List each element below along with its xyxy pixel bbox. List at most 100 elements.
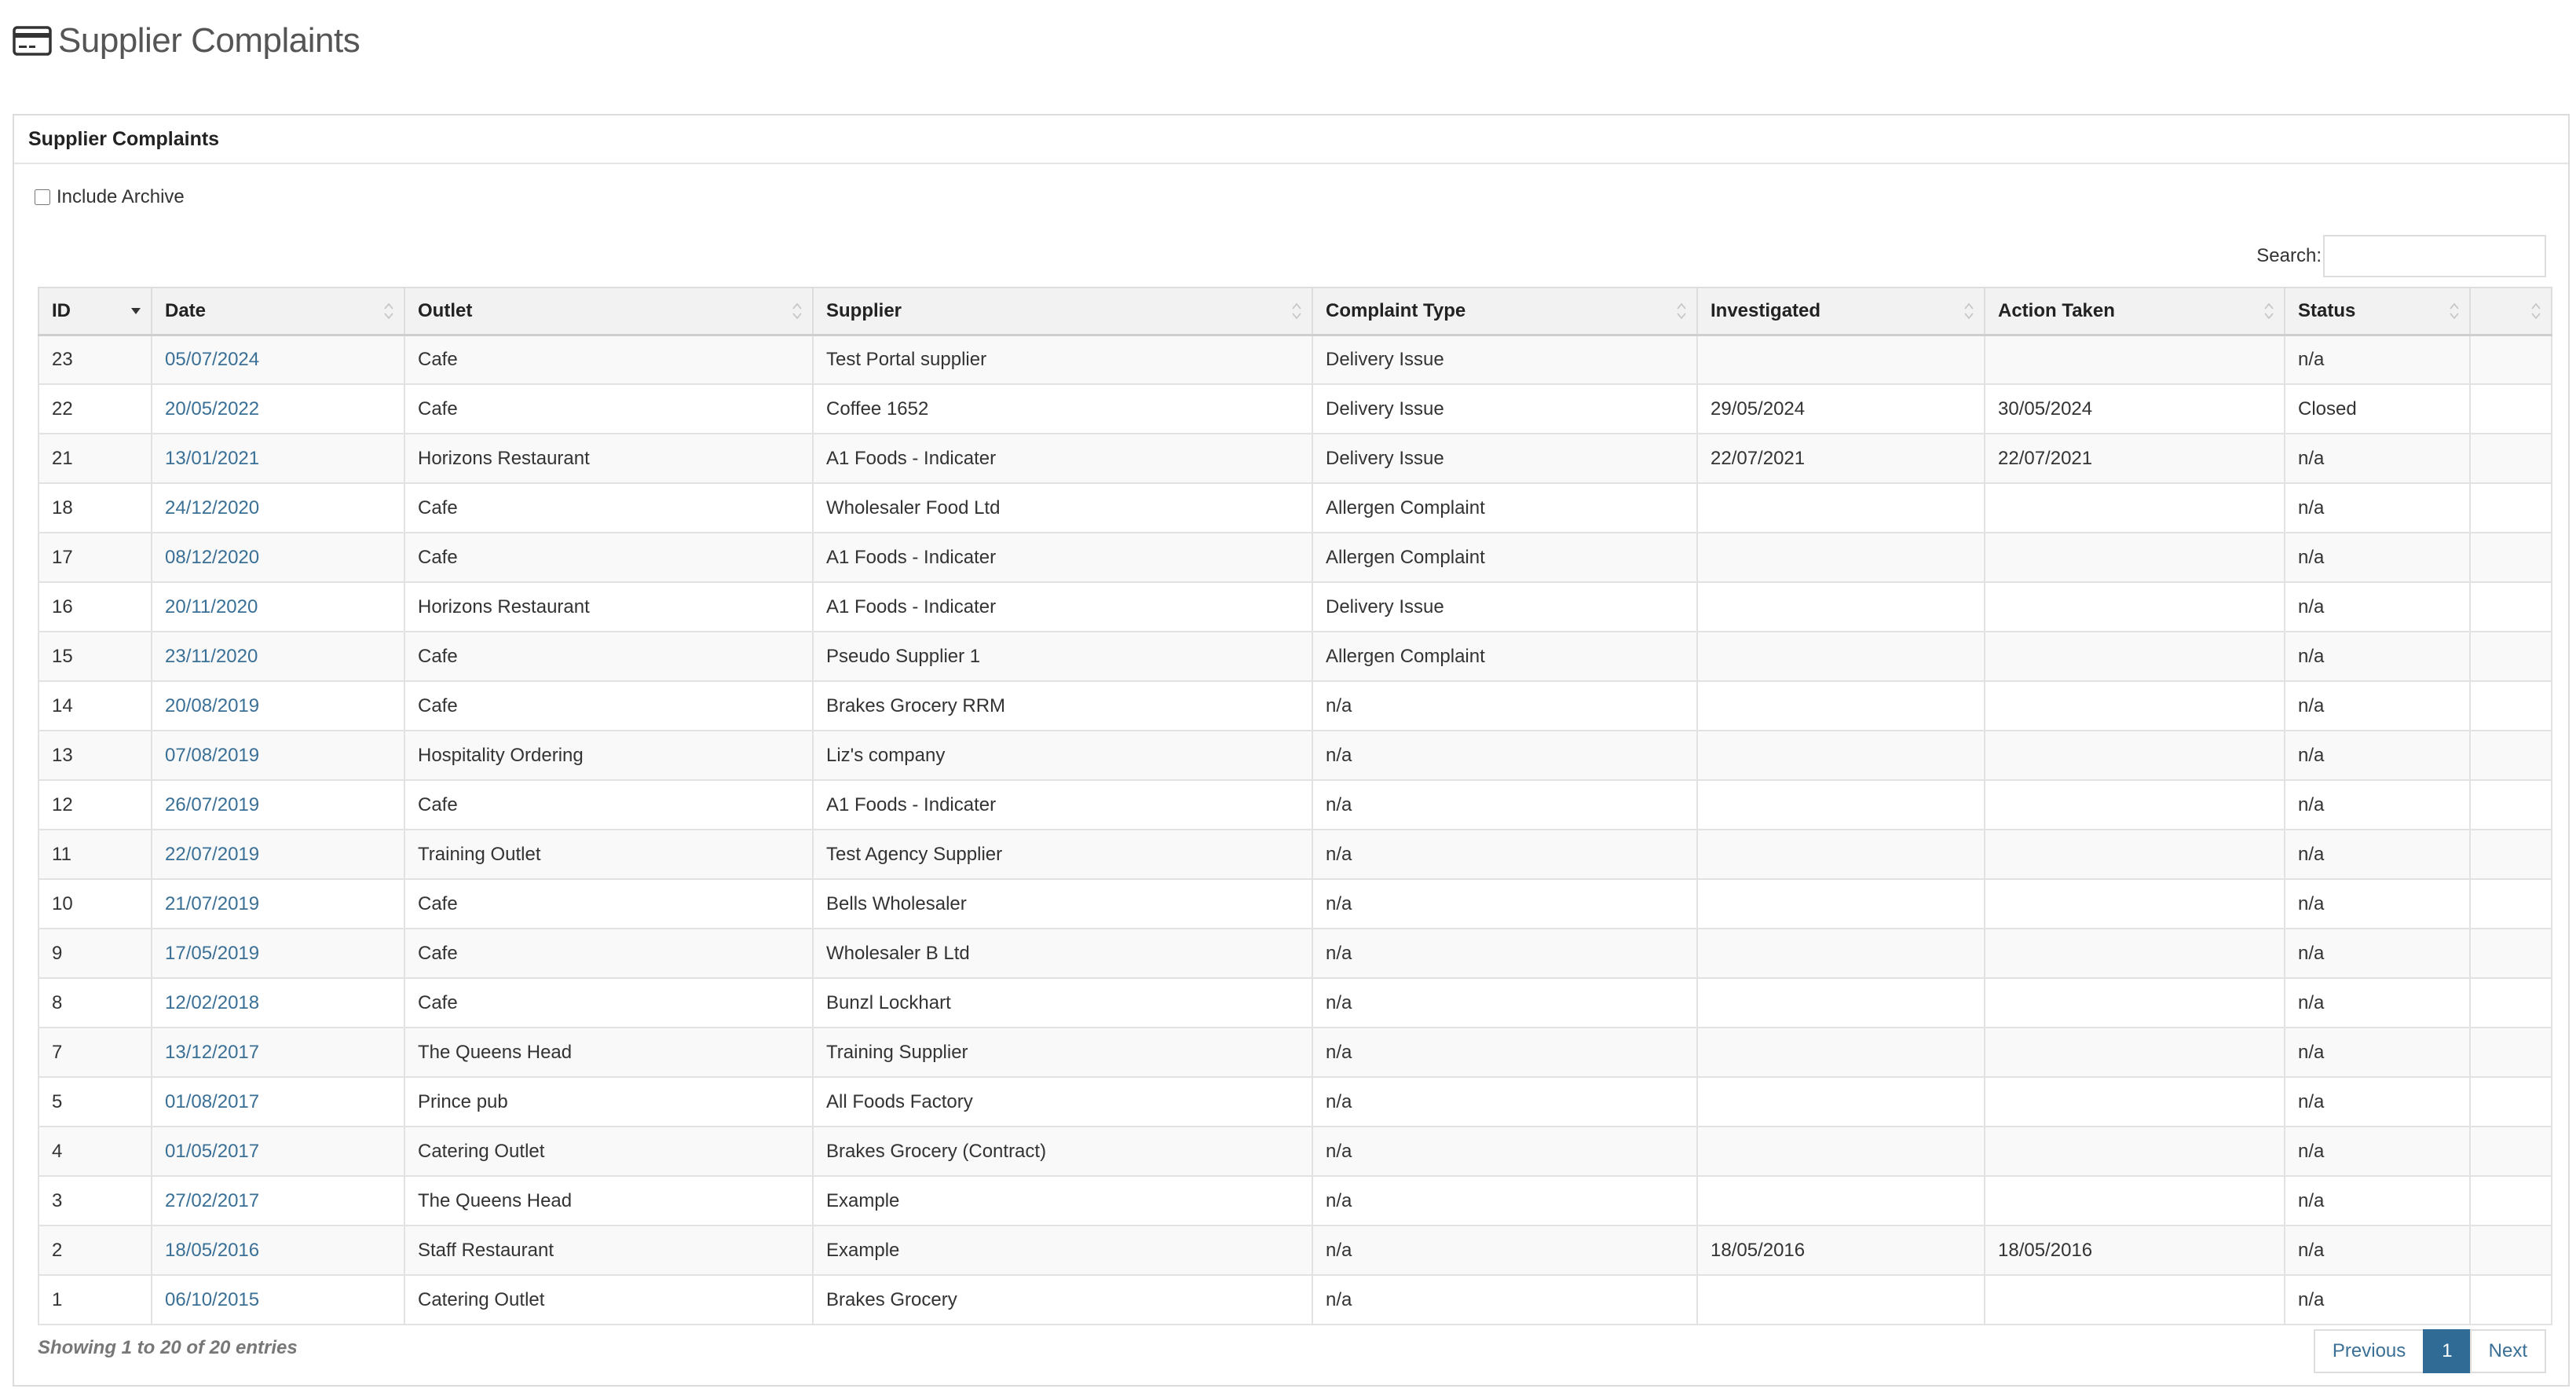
complaint-date-link[interactable]: 06/10/2015	[165, 1289, 259, 1310]
cell-date: 07/08/2019	[151, 730, 405, 781]
cell-supplier: Test Portal supplier	[812, 334, 1313, 385]
cell-investigated: 29/05/2024	[1696, 383, 1985, 434]
cell-investigated	[1696, 581, 1985, 632]
complaint-date-link[interactable]: 27/02/2017	[165, 1190, 259, 1211]
cell-action: 30/05/2024	[1984, 383, 2285, 434]
complaint-date-link[interactable]: 24/12/2020	[165, 497, 259, 518]
cell-investigated	[1696, 878, 1985, 929]
cell-outlet: Cafe	[404, 532, 814, 583]
sort-both-icon	[2450, 302, 2459, 320]
column-header-actions[interactable]	[2469, 287, 2552, 336]
column-header-complaint-type[interactable]: Complaint Type	[1312, 287, 1698, 336]
cell-actions	[2469, 680, 2552, 731]
cell-date: 05/07/2024	[151, 334, 405, 385]
column-header-status[interactable]: Status	[2284, 287, 2471, 336]
cell-status: n/a	[2284, 581, 2471, 632]
cell-action	[1984, 1175, 2285, 1226]
column-header-outlet[interactable]: Outlet	[404, 287, 814, 336]
complaint-date-link[interactable]: 20/11/2020	[165, 596, 258, 617]
cell-outlet: Hospitality Ordering	[404, 730, 814, 781]
cell-actions	[2469, 1225, 2552, 1276]
cell-type: n/a	[1312, 680, 1698, 731]
cell-status: n/a	[2284, 1274, 2471, 1325]
column-header-label: Status	[2298, 299, 2356, 321]
search-input[interactable]	[2323, 235, 2546, 277]
include-archive-row[interactable]: Include Archive	[35, 186, 185, 208]
complaint-date-link[interactable]: 07/08/2019	[165, 745, 259, 766]
pagination: Previous 1 Next	[2313, 1329, 2546, 1373]
cell-supplier: Test Agency Supplier	[812, 829, 1313, 880]
column-header-label: ID	[52, 299, 71, 321]
complaint-date-link[interactable]: 26/07/2019	[165, 794, 259, 815]
cell-outlet: Catering Outlet	[404, 1126, 814, 1177]
complaint-date-link[interactable]: 17/05/2019	[165, 943, 259, 964]
credit-card-icon	[13, 25, 52, 57]
complaint-date-link[interactable]: 20/05/2022	[165, 398, 259, 420]
cell-status: n/a	[2284, 482, 2471, 533]
cell-action	[1984, 829, 2285, 880]
column-header-action-taken[interactable]: Action Taken	[1984, 287, 2285, 336]
table-row: 16 20/11/2020 Horizons Restaurant A1 Foods …	[38, 581, 2552, 632]
column-header-investigated[interactable]: Investigated	[1696, 287, 1985, 336]
cell-outlet: Cafe	[404, 779, 814, 830]
cell-actions	[2469, 977, 2552, 1028]
cell-date: 08/12/2020	[151, 532, 405, 583]
cell-outlet: The Queens Head	[404, 1175, 814, 1226]
column-header-supplier[interactable]: Supplier	[812, 287, 1313, 336]
include-archive-checkbox[interactable]	[35, 189, 50, 205]
cell-action	[1984, 581, 2285, 632]
cell-id: 10	[38, 878, 152, 929]
cell-date: 06/10/2015	[151, 1274, 405, 1325]
cell-status: n/a	[2284, 631, 2471, 682]
complaint-date-link[interactable]: 22/07/2019	[165, 844, 259, 865]
complaint-date-link[interactable]: 01/08/2017	[165, 1091, 259, 1112]
cell-outlet: Cafe	[404, 977, 814, 1028]
previous-page-button[interactable]: Previous	[2313, 1329, 2425, 1373]
cell-outlet: Cafe	[404, 383, 814, 434]
column-header-id[interactable]: ID	[38, 287, 152, 336]
cell-action	[1984, 928, 2285, 979]
table-row: 8 12/02/2018 Cafe Bunzl Lockhart n/a n/a	[38, 977, 2552, 1028]
cell-outlet: Cafe	[404, 928, 814, 979]
cell-investigated	[1696, 779, 1985, 830]
complaint-date-link[interactable]: 23/11/2020	[165, 646, 258, 667]
cell-investigated	[1696, 1274, 1985, 1325]
column-header-date[interactable]: Date	[151, 287, 405, 336]
cell-actions	[2469, 1274, 2552, 1325]
column-header-label: Action Taken	[1998, 299, 2115, 321]
complaint-date-link[interactable]: 20/08/2019	[165, 695, 259, 716]
complaints-panel: Supplier Complaints Include Archive Sear…	[13, 114, 2570, 1387]
complaint-date-link[interactable]: 13/01/2021	[165, 448, 259, 469]
cell-id: 5	[38, 1076, 152, 1127]
cell-id: 16	[38, 581, 152, 632]
cell-id: 2	[38, 1225, 152, 1276]
cell-action	[1984, 1126, 2285, 1177]
column-header-label: Investigated	[1711, 299, 1821, 321]
cell-actions	[2469, 383, 2552, 434]
cell-type: Allergen Complaint	[1312, 532, 1698, 583]
cell-actions	[2469, 829, 2552, 880]
complaint-date-link[interactable]: 13/12/2017	[165, 1042, 259, 1063]
complaint-date-link[interactable]: 21/07/2019	[165, 893, 259, 914]
cell-action	[1984, 532, 2285, 583]
table-row: 1 06/10/2015 Catering Outlet Brakes Grocery…	[38, 1274, 2552, 1325]
complaint-date-link[interactable]: 18/05/2016	[165, 1240, 259, 1261]
complaint-date-link[interactable]: 01/05/2017	[165, 1141, 259, 1162]
cell-action	[1984, 1076, 2285, 1127]
complaint-date-link[interactable]: 05/07/2024	[165, 349, 259, 370]
cell-supplier: Training Supplier	[812, 1027, 1313, 1078]
cell-actions	[2469, 482, 2552, 533]
cell-date: 20/11/2020	[151, 581, 405, 632]
cell-id: 21	[38, 433, 152, 484]
cell-id: 12	[38, 779, 152, 830]
cell-type: n/a	[1312, 829, 1698, 880]
next-page-button[interactable]: Next	[2469, 1329, 2546, 1373]
cell-type: n/a	[1312, 1076, 1698, 1127]
cell-investigated	[1696, 1126, 1985, 1177]
complaint-date-link[interactable]: 08/12/2020	[165, 547, 259, 568]
page-1-button[interactable]: 1	[2423, 1329, 2472, 1373]
cell-id: 15	[38, 631, 152, 682]
cell-outlet: Cafe	[404, 334, 814, 385]
page-header: Supplier Complaints	[13, 17, 360, 64]
complaint-date-link[interactable]: 12/02/2018	[165, 992, 259, 1013]
